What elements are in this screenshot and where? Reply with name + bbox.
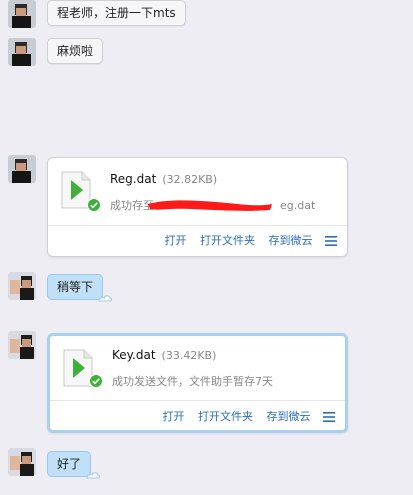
file-message-card[interactable]: Key.dat (33.42KB) 成功发送文件，文件助手暂存7天 打开 打开文件…	[47, 333, 348, 433]
card-divider	[48, 225, 347, 226]
avatar-photo	[8, 38, 36, 66]
message-text: 稍等下	[57, 280, 94, 294]
avatar[interactable]	[8, 448, 36, 476]
cloud-tail-icon	[86, 472, 101, 479]
message-text: 程老师，注册一下mts	[57, 6, 176, 20]
card-divider	[50, 400, 345, 401]
avatar-photo	[8, 155, 36, 183]
avatar-photo	[8, 331, 36, 359]
file-message-card[interactable]: Reg.dat (32.82KB) 成功存至 eg.dat 打开 打开文件夹 存到微…	[47, 157, 348, 257]
hamburger-menu-icon[interactable]	[323, 412, 335, 422]
file-actions: 打开 打开文件夹 存到微云	[155, 232, 337, 248]
avatar[interactable]	[8, 155, 36, 183]
avatar[interactable]	[8, 38, 36, 66]
message-bubble[interactable]: 麻烦啦	[47, 38, 104, 64]
avatar[interactable]	[8, 272, 36, 300]
hamburger-menu-icon[interactable]	[325, 236, 337, 246]
open-link[interactable]: 打开	[163, 410, 185, 423]
avatar-photo	[8, 0, 36, 28]
file-size: (33.42KB)	[161, 349, 217, 362]
check-circle-icon	[87, 198, 101, 212]
file-name: Reg.dat (32.82KB)	[110, 172, 218, 186]
message-text: 好了	[57, 457, 82, 471]
open-link[interactable]: 打开	[165, 234, 187, 247]
message-bubble[interactable]: 稍等下	[47, 274, 113, 302]
file-size: (32.82KB)	[162, 173, 218, 186]
avatar-photo	[8, 272, 36, 300]
file-name: Key.dat (33.42KB)	[112, 348, 217, 362]
avatar[interactable]	[8, 0, 36, 28]
file-actions: 打开 打开文件夹 存到微云	[153, 408, 335, 424]
file-status: 成功发送文件，文件助手暂存7天	[112, 375, 273, 388]
red-redaction-mark	[148, 200, 272, 211]
message-bubble[interactable]: 程老师，注册一下mts	[47, 0, 186, 26]
message-bubble[interactable]: 好了	[47, 451, 101, 479]
open-folder-link[interactable]: 打开文件夹	[198, 410, 253, 423]
save-to-weiyun-link[interactable]: 存到微云	[269, 234, 313, 247]
cloud-tail-icon	[98, 295, 113, 302]
save-to-weiyun-link[interactable]: 存到微云	[267, 410, 311, 423]
open-folder-link[interactable]: 打开文件夹	[200, 234, 255, 247]
avatar[interactable]	[8, 331, 36, 359]
check-circle-icon	[89, 374, 103, 388]
avatar-photo	[8, 448, 36, 476]
message-text: 麻烦啦	[57, 44, 94, 58]
